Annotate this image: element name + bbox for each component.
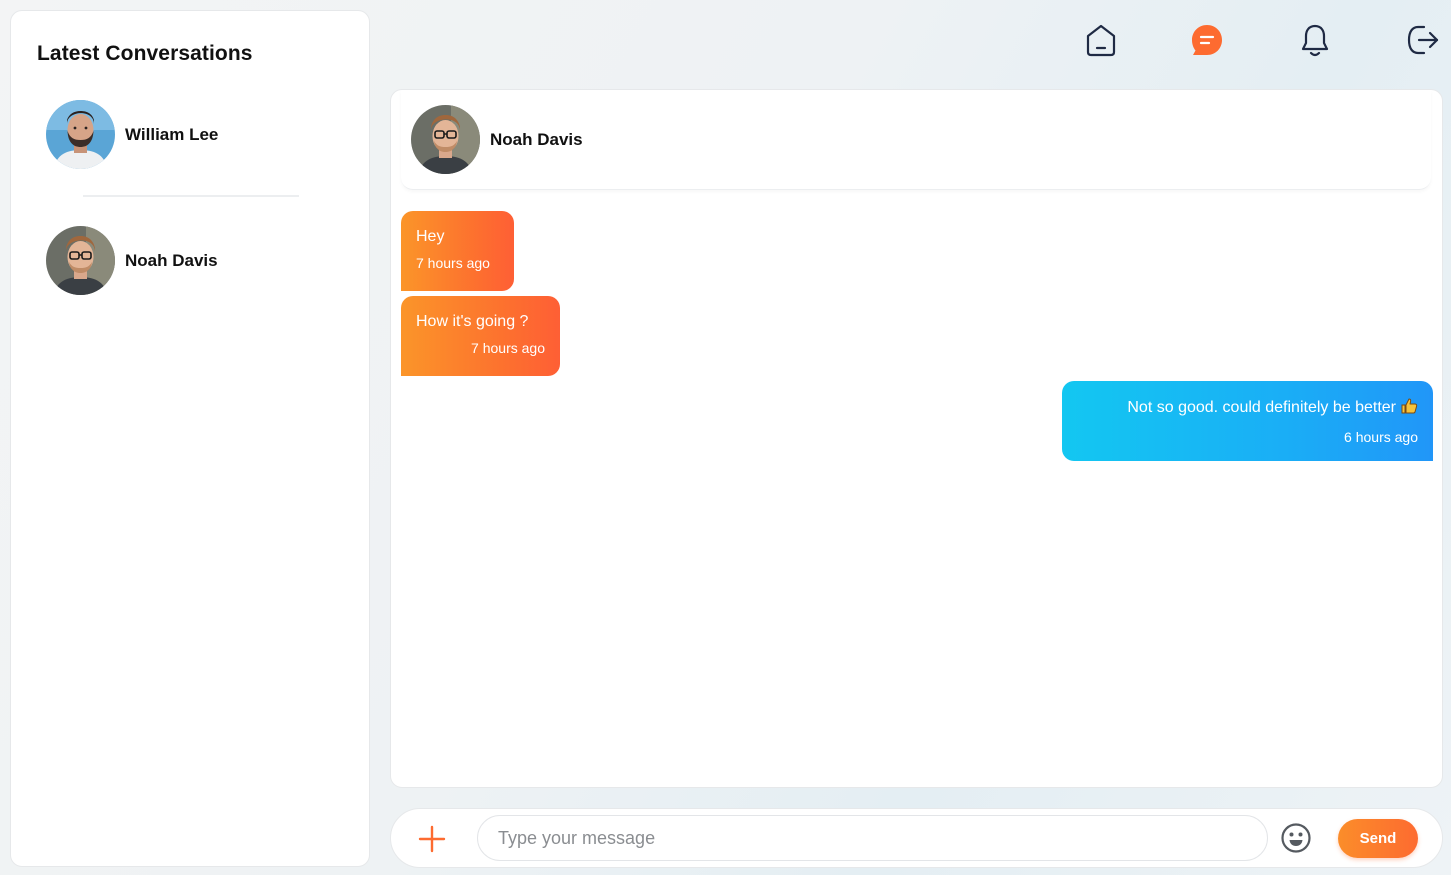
divider xyxy=(83,195,299,197)
message-time: 7 hours ago xyxy=(471,340,545,356)
message-composer: Send xyxy=(390,808,1443,868)
message-time: 6 hours ago xyxy=(1344,429,1418,445)
incoming-message: Hey 7 hours ago xyxy=(401,211,514,291)
home-icon[interactable] xyxy=(1081,20,1121,60)
thumbs-up-icon xyxy=(1400,397,1418,421)
emoji-icon[interactable] xyxy=(1280,822,1312,854)
avatar xyxy=(46,226,115,295)
avatar xyxy=(46,100,115,169)
add-attachment-icon[interactable] xyxy=(416,823,448,855)
chat-header: Noah Davis xyxy=(401,90,1431,190)
message-time: 7 hours ago xyxy=(416,255,490,271)
conversation-item-william-lee[interactable]: William Lee xyxy=(46,100,218,169)
sidebar-title: Latest Conversations xyxy=(37,42,253,65)
incoming-message: How it's going ? 7 hours ago xyxy=(401,296,560,376)
bell-icon[interactable] xyxy=(1295,20,1335,60)
chat-contact-name: Noah Davis xyxy=(490,129,583,149)
chat-icon[interactable] xyxy=(1187,20,1227,60)
outgoing-message: Not so good. could definitely be better … xyxy=(1062,381,1433,461)
message-input[interactable] xyxy=(477,815,1268,861)
send-button[interactable]: Send xyxy=(1338,819,1418,858)
message-text: Not so good. could definitely be better xyxy=(1127,399,1396,416)
logout-icon[interactable] xyxy=(1402,20,1442,60)
avatar xyxy=(411,105,480,174)
message-text: Hey xyxy=(416,228,445,245)
conversations-sidebar: Latest Conversations William Lee Noah Da… xyxy=(10,10,370,867)
conversation-item-noah-davis[interactable]: Noah Davis xyxy=(46,226,218,295)
conversation-name: William Lee xyxy=(125,124,219,144)
chat-panel: Noah Davis Hey 7 hours ago How it's goin… xyxy=(390,89,1443,788)
message-text: How it's going ? xyxy=(416,313,529,330)
conversation-name: Noah Davis xyxy=(125,250,218,270)
